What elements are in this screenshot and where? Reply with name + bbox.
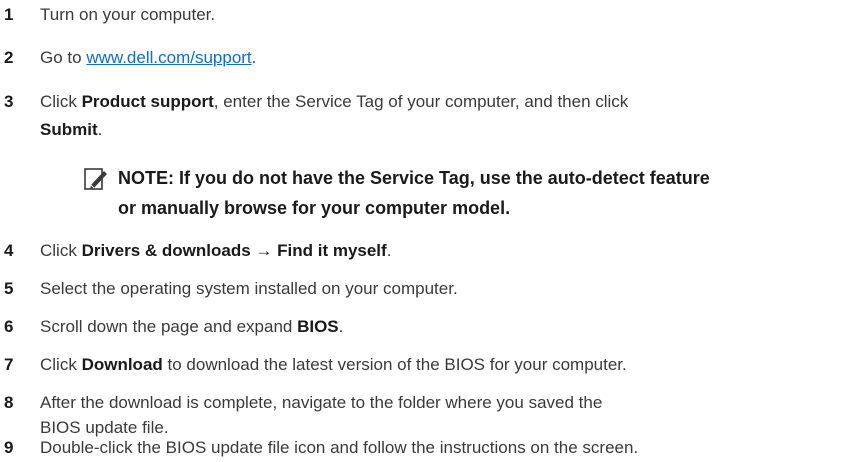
step-text-pre: Click [40,355,82,374]
step-number: 5 [4,279,14,298]
support-link[interactable]: www.dell.com/support [86,48,251,67]
download-term: Download [81,355,163,374]
note-line-2: or manually browse for your computer mod… [118,198,511,218]
drivers-downloads-term: Drivers & downloads [81,241,251,260]
submit-term: Submit [40,120,98,139]
step-text-pre: Click [40,92,82,111]
product-support-term: Product support [81,92,214,111]
step-text: Go to www.dell.com/support. [40,44,840,72]
step-text-post: to download the latest version of the BI… [162,355,627,374]
bios-update-steps: 1 Turn on your computer. 2 Go to www.del… [0,0,853,462]
step-text-post: . [251,48,257,67]
note-text: NOTE: If you do not have the Service Tag… [118,163,848,223]
step-text: Click Drivers & downloads → Find it myse… [40,237,840,265]
step-text-post: . [97,120,103,139]
step-text-line2: Submit. [40,116,840,144]
step-number: 6 [4,317,14,336]
step-number: 3 [4,92,14,111]
step-text: After the download is complete, navigate… [40,393,603,412]
step-number: 2 [4,48,14,67]
step-text-pre: Scroll down the page and expand [40,317,298,336]
step-number: 1 [4,5,14,24]
step-text: Double-click the BIOS update file icon a… [40,438,639,457]
step-number: 9 [4,438,14,457]
step-text-post: . [386,241,392,260]
arrow-icon: → [250,241,278,260]
pencil-icon [84,168,107,190]
step-number: 8 [4,393,14,412]
step-text-post: . [338,317,344,336]
step-number: 7 [4,355,14,374]
step-text: Scroll down the page and expand BIOS. [40,313,840,341]
step-text: Turn on your computer. [40,5,216,24]
step-text: Click Product support, enter the Service… [40,88,840,116]
step-text: Select the operating system installed on… [40,279,458,298]
find-it-myself-term: Find it myself [277,241,387,260]
step-text-pre: Click [40,241,82,260]
step-text-mid: , enter the Service Tag of your computer… [213,92,629,111]
step-text-pre: Go to [40,48,87,67]
step-number: 4 [4,241,14,260]
note-line-1: NOTE: If you do not have the Service Tag… [118,168,710,188]
bios-term: BIOS [297,317,339,336]
step-text: Click Download to download the latest ve… [40,351,840,379]
